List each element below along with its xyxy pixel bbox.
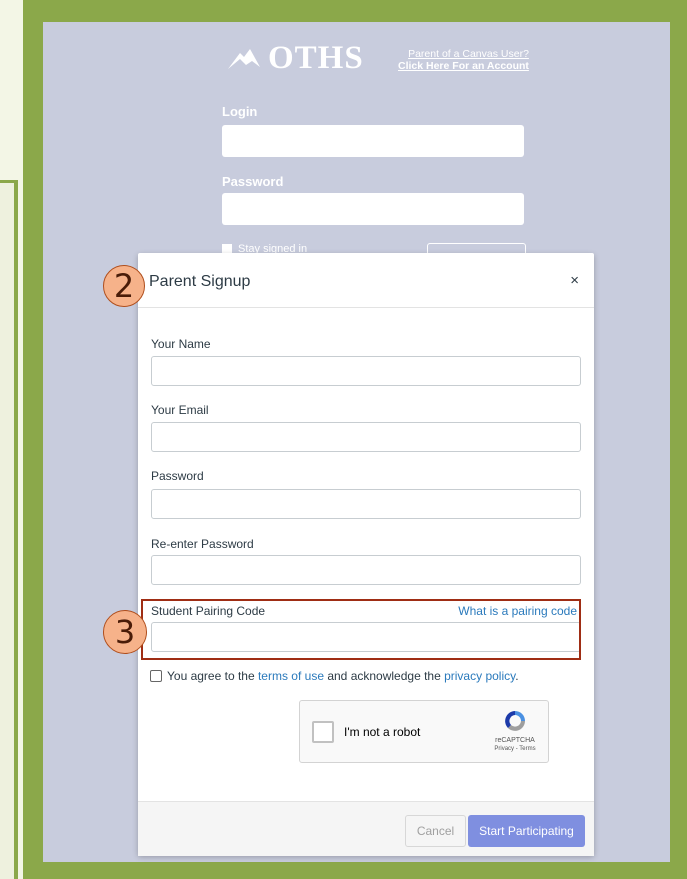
terms-of-use-link[interactable]: terms of use (258, 669, 324, 683)
parent-account-link[interactable]: Parent of a Canvas User? Click Here For … (398, 48, 529, 72)
agree-prefix: You agree to the (167, 669, 258, 683)
terms-checkbox[interactable] (150, 670, 162, 682)
cancel-button[interactable]: Cancel (405, 815, 466, 847)
your-name-input[interactable] (151, 356, 581, 386)
your-email-label: Your Email (151, 403, 209, 417)
terms-agreement: You agree to the terms of use and acknow… (150, 669, 519, 683)
recaptcha-checkbox[interactable] (312, 721, 334, 743)
modal-header: Parent Signup × (138, 253, 594, 308)
logo-text: OTHS (268, 40, 364, 76)
login-label: Login (222, 104, 258, 119)
step-3-callout: 3 (103, 610, 147, 654)
step-2-callout: 2 (103, 265, 145, 307)
password-label: Password (151, 469, 204, 483)
login-input[interactable] (222, 125, 524, 157)
reenter-password-label: Re-enter Password (151, 537, 254, 551)
pairing-code-highlight (141, 599, 581, 660)
privacy-policy-link[interactable]: privacy policy (444, 669, 515, 683)
recaptcha-logo-icon (505, 711, 525, 731)
close-icon[interactable]: × (570, 272, 579, 289)
recaptcha-terms[interactable]: Privacy - Terms (486, 746, 544, 752)
parent-signup-modal: Parent Signup × Your Name Your Email Pas… (138, 253, 594, 856)
recaptcha-brand: reCAPTCHA (495, 737, 535, 744)
start-participating-button[interactable]: Start Participating (468, 815, 585, 847)
parent-link-line2: Click Here For an Account (398, 60, 529, 72)
password-label: Password (222, 174, 284, 189)
your-email-input[interactable] (151, 422, 581, 452)
modal-title: Parent Signup (149, 273, 251, 290)
password-input[interactable] (151, 489, 581, 519)
agree-suffix: . (515, 669, 519, 683)
terms-agreement-text: You agree to the terms of use and acknow… (167, 669, 519, 683)
password-input[interactable] (222, 193, 524, 225)
mountain-logo-icon (228, 48, 260, 69)
left-frame-inner (0, 183, 14, 879)
modal-footer: Cancel Start Participating (138, 801, 594, 856)
recaptcha-label: I'm not a robot (344, 725, 421, 739)
recaptcha-widget: I'm not a robot reCAPTCHA Privacy - Term… (299, 700, 549, 763)
parent-link-line1: Parent of a Canvas User? (408, 48, 529, 60)
agree-middle: and acknowledge the (324, 669, 445, 683)
your-name-label: Your Name (151, 337, 211, 351)
school-logo: OTHS (226, 40, 364, 77)
reenter-password-input[interactable] (151, 555, 581, 585)
